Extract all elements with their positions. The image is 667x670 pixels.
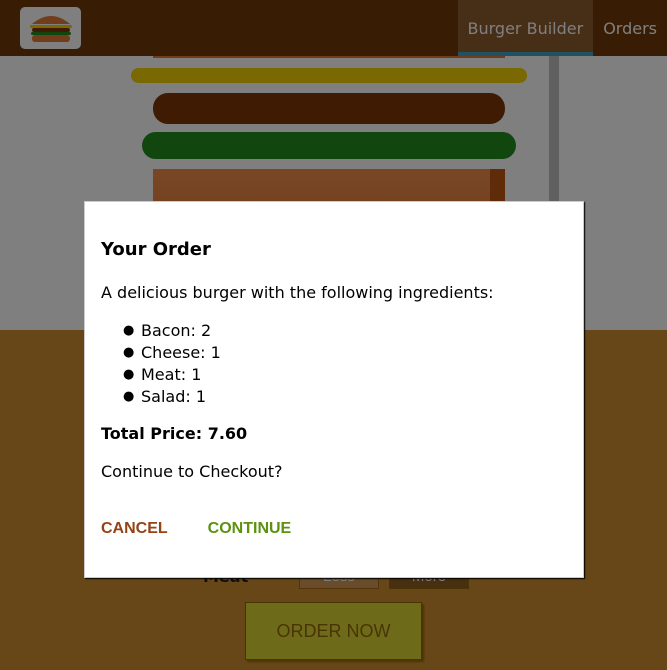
checkout-question: Continue to Checkout? <box>101 462 283 481</box>
ingredient-item: Bacon: 2 <box>123 320 221 342</box>
modal-intro: A delicious burger with the following in… <box>101 283 494 302</box>
cancel-button[interactable]: CANCEL <box>101 520 168 538</box>
ingredient-item: Salad: 1 <box>123 386 221 408</box>
modal-actions: CANCEL CONTINUE <box>101 520 291 538</box>
continue-button[interactable]: CONTINUE <box>208 520 292 538</box>
ingredient-list: Bacon: 2 Cheese: 1 Meat: 1 Salad: 1 <box>123 320 221 408</box>
ingredient-item: Cheese: 1 <box>123 342 221 364</box>
ingredient-item: Meat: 1 <box>123 364 221 386</box>
total-price: Total Price: 7.60 <box>101 424 248 443</box>
order-summary-modal: Your Order A delicious burger with the f… <box>84 201 584 578</box>
modal-title: Your Order <box>101 239 211 260</box>
